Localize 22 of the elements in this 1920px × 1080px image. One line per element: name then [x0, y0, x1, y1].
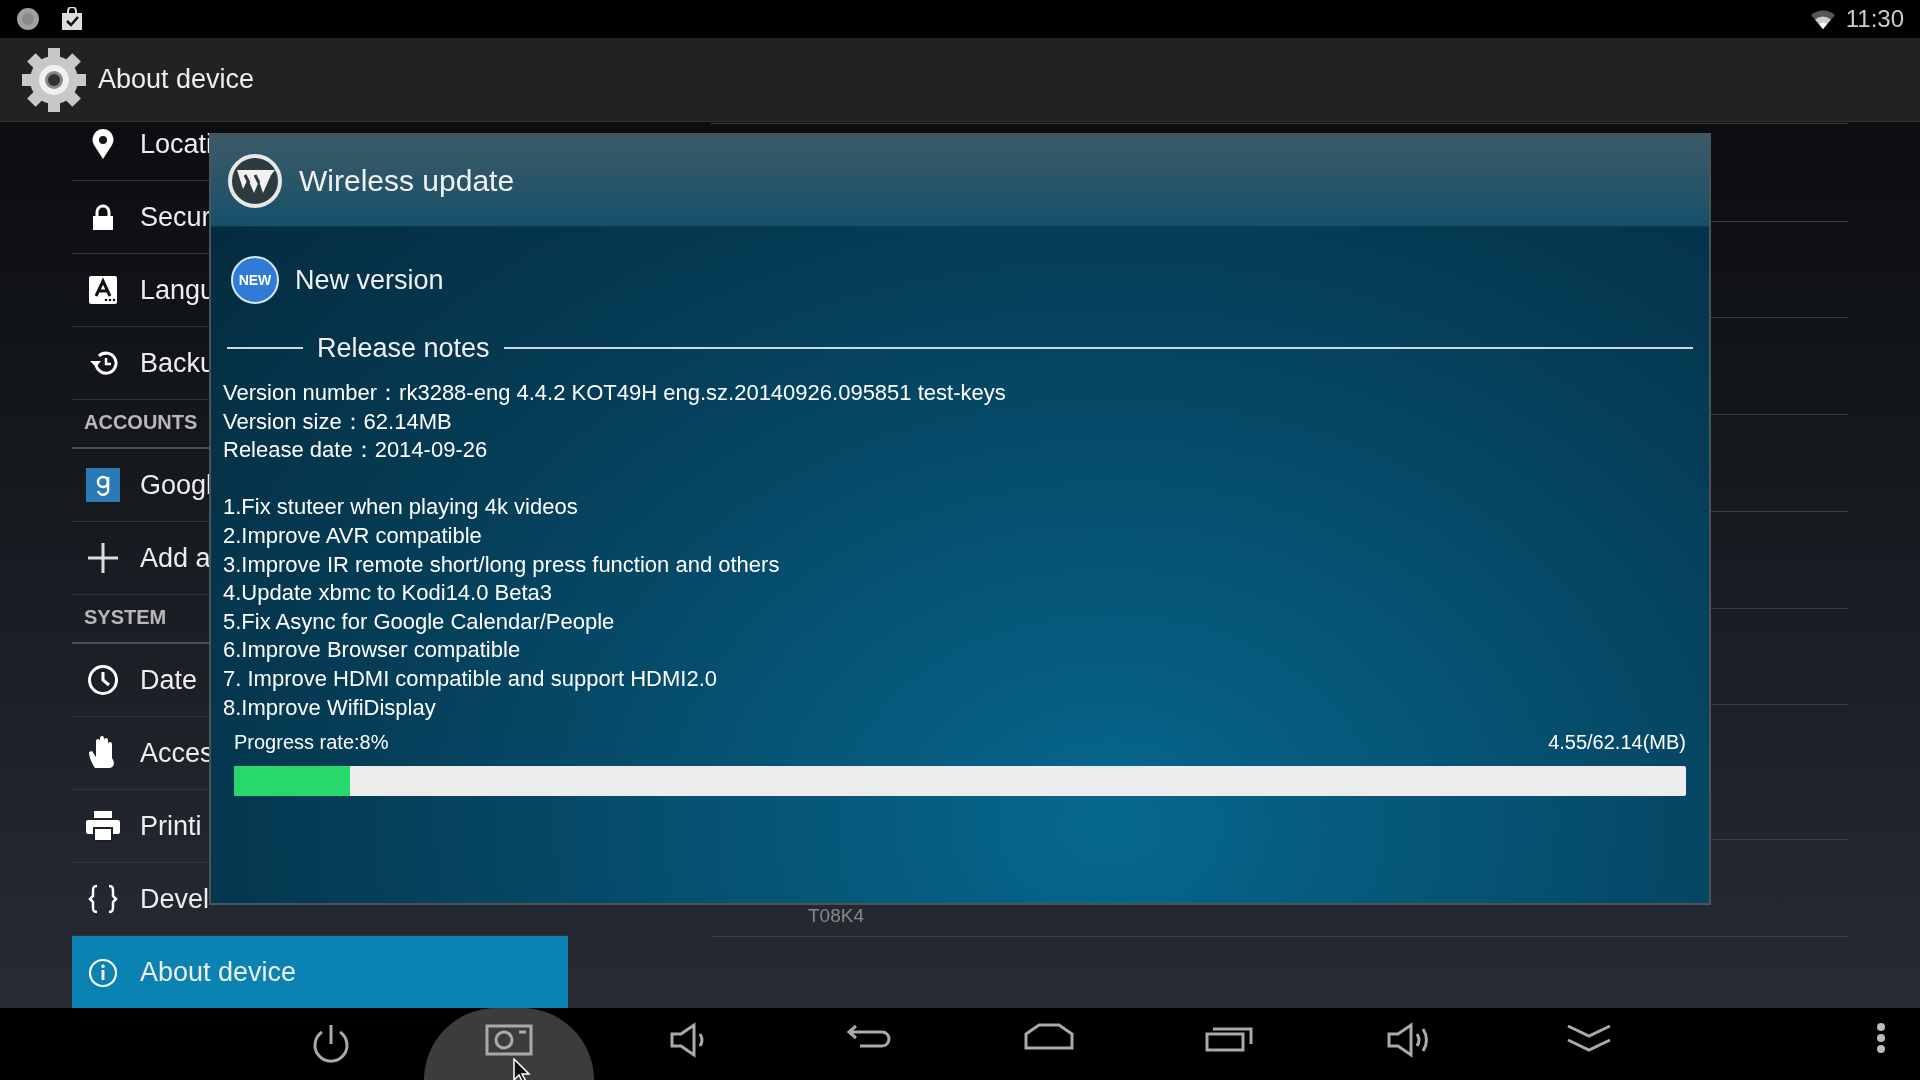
- release-info: Release date：2014-09-26: [223, 436, 489, 465]
- new-badge: NEW: [231, 256, 279, 304]
- release-note-item: 4.Update xbmc to Kodi14.0 Beta3: [223, 579, 553, 608]
- screen-title: About device: [98, 63, 255, 97]
- release-note-item: 1.Fix stuteer when playing 4k videos: [223, 493, 579, 522]
- release-note-item: 6.Improve Browser compatible: [223, 636, 522, 665]
- version-status: New version: [295, 263, 444, 297]
- section-header: SYSTEM: [84, 604, 167, 630]
- release-info: Version size：62.14MB: [223, 407, 453, 436]
- release-note-item: 3.Improve IR remote short/long press function and others: [223, 550, 781, 579]
- release-note-item: 5.Fix Async for Google Calendar/People: [223, 607, 616, 636]
- release-note-item: 8.Improve WifiDisplay: [223, 693, 437, 722]
- section-header: ACCOUNTS: [84, 409, 198, 435]
- progress-reading: 4.55/62.14(MB): [1548, 730, 1686, 755]
- section-title: Release notes: [317, 331, 490, 365]
- clock-time: 11:30: [1845, 4, 1904, 34]
- progress-label: Progress rate:8%: [234, 730, 389, 755]
- dialog-title: Wireless update: [299, 163, 515, 199]
- release-note-item: 7. Improve HDMI compatible and support HDMI2.0: [223, 664, 718, 693]
- detail-value: T08K4: [808, 903, 864, 928]
- release-info: Version number：rk3288-eng 4.4.2 KOT49H eng.sz.20140926.095851 test-keys: [223, 379, 1007, 407]
- release-note-item: 2.Improve AVR compatible: [223, 521, 483, 550]
